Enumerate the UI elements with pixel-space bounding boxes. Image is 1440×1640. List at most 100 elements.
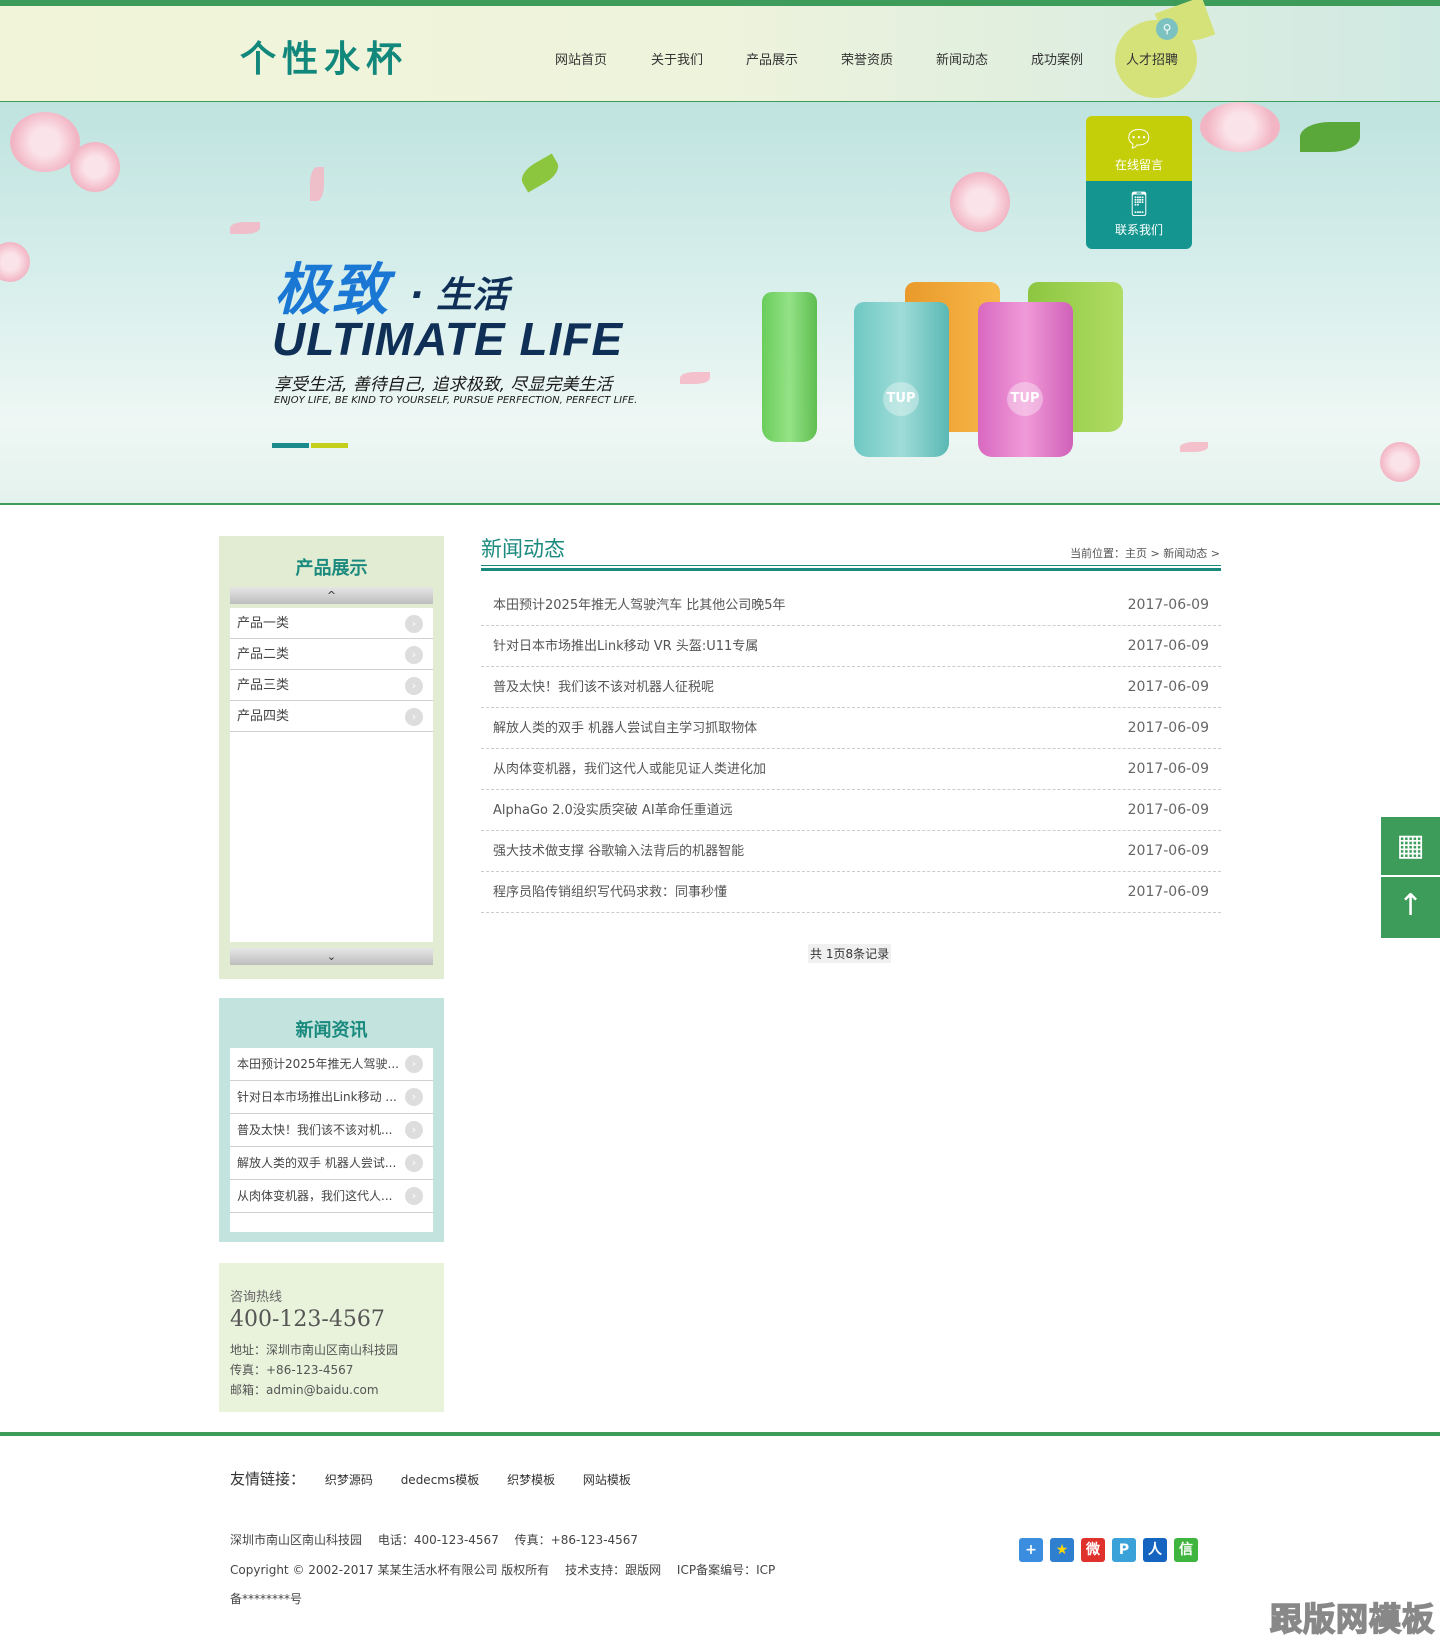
friend-link[interactable]: dedecms模板 bbox=[401, 1473, 480, 1487]
nav-home[interactable]: 网站首页 bbox=[555, 49, 607, 68]
news-title[interactable]: AlphaGo 2.0没实质突破 AI革命任重道远 bbox=[493, 790, 733, 831]
friend-link[interactable]: 织梦源码 bbox=[325, 1473, 373, 1487]
scroll-up-button[interactable]: ^ bbox=[230, 587, 433, 604]
news-side-item[interactable]: 普及太快！我们该不该对机... › bbox=[230, 1114, 433, 1147]
news-row[interactable]: 程序员陷传销组织写代码求救：同事秒懂 2017-06-09 bbox=[481, 872, 1221, 913]
fax: 传真：+86-123-4567 bbox=[230, 1363, 354, 1377]
product-category-list: 产品一类 › 产品二类 › 产品三类 › 产品四类 › bbox=[230, 608, 433, 942]
friend-links-label: 友情链接： bbox=[230, 1470, 306, 1488]
news-date: 2017-06-09 bbox=[1127, 761, 1209, 777]
news-side-item[interactable]: 解放人类的双手 机器人尝试... › bbox=[230, 1147, 433, 1180]
news-title[interactable]: 针对日本市场推出Link移动 VR 头盔:U11专属 bbox=[493, 626, 758, 667]
category-item[interactable]: 产品四类 › bbox=[230, 701, 433, 732]
title-divider bbox=[481, 565, 1221, 566]
news-row[interactable]: 普及太快！我们该不该对机器人征税呢 2017-06-09 bbox=[481, 667, 1221, 708]
news-side-label: 解放人类的双手 机器人尝试... bbox=[237, 1156, 397, 1170]
online-message-button[interactable]: 💬︎ 在线留言 bbox=[1086, 116, 1192, 181]
social-share-bar: + ★ 微 P 人 信 bbox=[1019, 1538, 1198, 1562]
chat-bubble-icon: 💬︎ bbox=[1123, 125, 1155, 153]
news-title[interactable]: 强大技术做支撑 谷歌输入法背后的机器智能 bbox=[493, 831, 744, 872]
nav-cases[interactable]: 成功案例 bbox=[1031, 49, 1083, 68]
hotline-number: 400-123-4567 bbox=[230, 1307, 385, 1332]
news-date: 2017-06-09 bbox=[1127, 802, 1209, 818]
online-message-label: 在线留言 bbox=[1114, 158, 1163, 172]
petal-decoration bbox=[1180, 442, 1208, 452]
category-item[interactable]: 产品三类 › bbox=[230, 670, 433, 701]
friend-links: 友情链接： 织梦源码 dedecms模板 织梦模板 网站模板 bbox=[230, 1468, 655, 1489]
breadcrumb[interactable]: 当前位置：主页 > 新闻动态 > bbox=[1050, 545, 1220, 561]
news-side-item[interactable]: 从肉体变机器，我们这代人... › bbox=[230, 1180, 433, 1213]
news-side-item[interactable]: 本田预计2025年推无人驾驶... › bbox=[230, 1048, 433, 1081]
news-row[interactable]: 从肉体变机器，我们这代人或能见证人类进化加 2017-06-09 bbox=[481, 749, 1221, 790]
news-side-label: 普及太快！我们该不该对机... bbox=[237, 1123, 393, 1137]
news-title[interactable]: 从肉体变机器，我们这代人或能见证人类进化加 bbox=[493, 749, 766, 790]
banner-title-cn2: · 生活 bbox=[410, 275, 509, 316]
footer-divider bbox=[0, 1432, 1440, 1436]
page-title: 新闻动态 bbox=[481, 537, 565, 561]
friend-link[interactable]: 织梦模板 bbox=[507, 1473, 555, 1487]
nav-honors[interactable]: 荣誉资质 bbox=[841, 49, 893, 68]
tencent-weibo-icon[interactable]: P bbox=[1112, 1538, 1136, 1562]
news-date: 2017-06-09 bbox=[1127, 884, 1209, 900]
category-label: 产品四类 bbox=[237, 709, 290, 724]
nav-products[interactable]: 产品展示 bbox=[746, 49, 798, 68]
watermark-logo: 跟版网模板 bbox=[1269, 1599, 1436, 1639]
chevron-right-icon: › bbox=[405, 615, 423, 633]
scroll-down-button[interactable]: ⌄ bbox=[230, 948, 433, 965]
news-row[interactable]: 本田预计2025年推无人驾驶汽车 比其他公司晚5年 2017-06-09 bbox=[481, 585, 1221, 626]
wechat-icon[interactable]: 信 bbox=[1174, 1538, 1198, 1562]
news-title[interactable]: 普及太快！我们该不该对机器人征税呢 bbox=[493, 667, 714, 708]
chevron-right-icon: › bbox=[405, 677, 423, 695]
news-date: 2017-06-09 bbox=[1127, 679, 1209, 695]
qr-code-button[interactable]: ▦ bbox=[1381, 817, 1440, 875]
nav-news[interactable]: 新闻动态 bbox=[936, 49, 988, 68]
site-header bbox=[0, 6, 1440, 102]
category-label: 产品三类 bbox=[237, 678, 290, 693]
chevron-right-icon: › bbox=[405, 1088, 423, 1106]
hotline-label: 咨询热线 bbox=[230, 1290, 283, 1305]
news-row[interactable]: AlphaGo 2.0没实质突破 AI革命任重道远 2017-06-09 bbox=[481, 790, 1221, 831]
flower-decoration bbox=[0, 242, 30, 282]
leaf-decoration bbox=[517, 153, 563, 193]
category-label: 产品一类 bbox=[237, 616, 290, 631]
weibo-icon[interactable]: 微 bbox=[1081, 1538, 1105, 1562]
banner-indicator[interactable] bbox=[311, 443, 348, 448]
news-list: 本田预计2025年推无人驾驶汽车 比其他公司晚5年 2017-06-09 针对日本… bbox=[481, 585, 1221, 913]
news-row[interactable]: 解放人类的双手 机器人尝试自主学习抓取物体 2017-06-09 bbox=[481, 708, 1221, 749]
banner-indicator-active[interactable] bbox=[272, 443, 309, 448]
chevron-right-icon: › bbox=[405, 1154, 423, 1172]
news-title[interactable]: 程序员陷传销组织写代码求救：同事秒懂 bbox=[493, 872, 727, 913]
news-row[interactable]: 针对日本市场推出Link移动 VR 头盔:U11专属 2017-06-09 bbox=[481, 626, 1221, 667]
news-title[interactable]: 本田预计2025年推无人驾驶汽车 比其他公司晚5年 bbox=[493, 585, 786, 626]
contact-us-button[interactable]: 📱︎ 联系我们 bbox=[1086, 181, 1192, 249]
share-more-icon[interactable]: + bbox=[1019, 1538, 1043, 1562]
pagination-info: 共 1页8条记录 bbox=[808, 944, 892, 963]
qzone-icon[interactable]: ★ bbox=[1050, 1538, 1074, 1562]
news-side-label: 从肉体变机器，我们这代人... bbox=[237, 1189, 393, 1203]
category-item[interactable]: 产品二类 › bbox=[230, 639, 433, 670]
footer-copyright: Copyright © 2002-2017 某某生活水杯有限公司 版权所有 技术… bbox=[230, 1563, 776, 1577]
category-label: 产品二类 bbox=[237, 647, 290, 662]
cup-logo: TUP bbox=[883, 382, 919, 416]
email: 邮箱：admin@baidu.com bbox=[230, 1383, 379, 1397]
renren-icon[interactable]: 人 bbox=[1143, 1538, 1167, 1562]
category-item[interactable]: 产品一类 › bbox=[230, 608, 433, 639]
news-side-item[interactable]: 针对日本市场推出Link移动 ... › bbox=[230, 1081, 433, 1114]
hero-banner: TUP TUP bbox=[0, 102, 1440, 505]
news-date: 2017-06-09 bbox=[1127, 597, 1209, 613]
site-logo[interactable]: 个性水杯 bbox=[240, 30, 408, 82]
news-title[interactable]: 解放人类的双手 机器人尝试自主学习抓取物体 bbox=[493, 708, 757, 749]
cup-logo: TUP bbox=[1007, 382, 1043, 416]
nav-jobs[interactable]: 人才招聘 bbox=[1126, 49, 1178, 68]
news-side-list: 本田预计2025年推无人驾驶... › 针对日本市场推出Link移动 ... › 普… bbox=[230, 1048, 433, 1232]
petal-decoration bbox=[680, 372, 710, 384]
news-row[interactable]: 强大技术做支撑 谷歌输入法背后的机器智能 2017-06-09 bbox=[481, 831, 1221, 872]
back-to-top-button[interactable]: ↑ bbox=[1381, 877, 1440, 938]
chevron-right-icon: › bbox=[405, 708, 423, 726]
nav-about[interactable]: 关于我们 bbox=[651, 49, 703, 68]
search-icon[interactable]: ⚲ bbox=[1156, 18, 1178, 40]
friend-link[interactable]: 网站模板 bbox=[583, 1473, 631, 1487]
news-side-label: 本田预计2025年推无人驾驶... bbox=[237, 1057, 399, 1071]
news-date: 2017-06-09 bbox=[1127, 638, 1209, 654]
footer-icp: 备********号 bbox=[230, 1592, 303, 1606]
